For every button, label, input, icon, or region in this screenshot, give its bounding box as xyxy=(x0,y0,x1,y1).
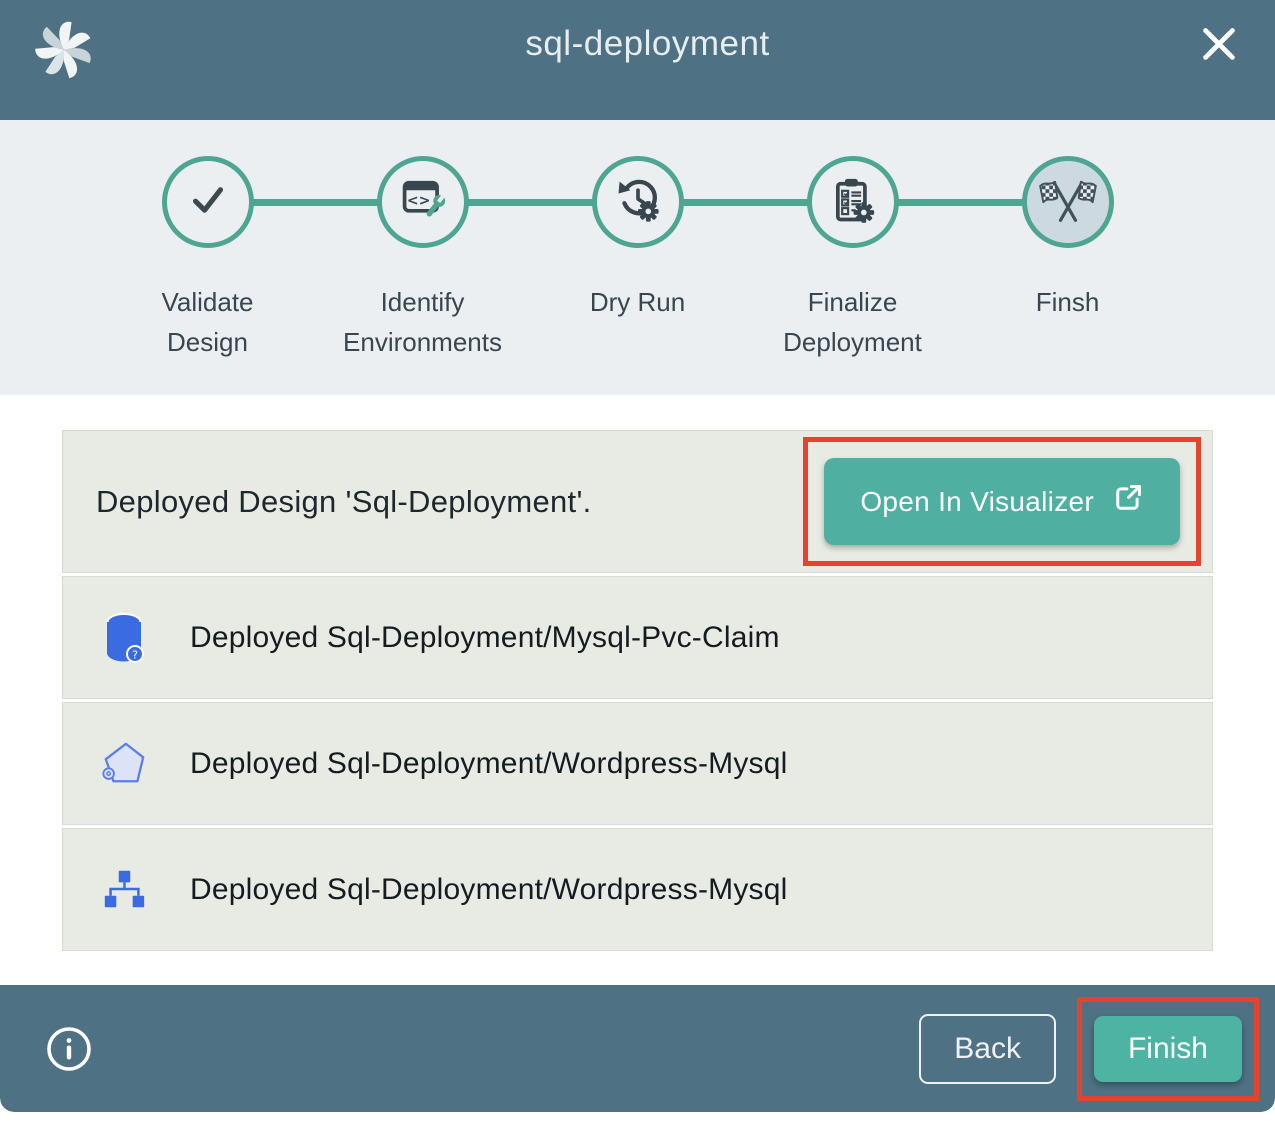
open-in-visualizer-button[interactable]: Open In Visualizer xyxy=(824,458,1180,545)
step-label: Finalize Deployment xyxy=(763,282,943,363)
summary-row: Deployed Design 'Sql-Deployment'. Open I… xyxy=(62,430,1213,573)
step-finish: Finsh xyxy=(960,120,1175,363)
external-link-icon xyxy=(1112,482,1144,521)
annotation-box-visualizer: Open In Visualizer xyxy=(803,437,1201,566)
svg-text:?: ? xyxy=(132,648,138,661)
racing-flags-icon xyxy=(1038,174,1098,231)
history-gear-icon xyxy=(612,174,664,231)
wizard-stepper: Validate Design <> xyxy=(0,120,1275,395)
step-finalize-deployment: Finalize Deployment xyxy=(745,120,960,363)
step-label: Dry Run xyxy=(548,282,728,322)
step-dry-run: Dry Run xyxy=(530,120,745,363)
clipboard-gear-icon xyxy=(827,174,879,231)
dialog-footer: Back Finish xyxy=(0,985,1275,1112)
info-icon[interactable] xyxy=(45,1025,93,1073)
deployment-results: Deployed Design 'Sql-Deployment'. Open I… xyxy=(0,395,1275,985)
step-validate-design: Validate Design xyxy=(100,120,315,363)
deployed-item-row: ? Deployed Sql-Deployment/Mysql-Pvc-Clai… xyxy=(62,576,1213,699)
meshery-logo-icon xyxy=(26,14,102,90)
step-label: Validate Design xyxy=(118,282,298,363)
database-icon: ? xyxy=(98,611,150,665)
step-circle-validate-design[interactable] xyxy=(162,156,254,248)
deployed-item-row: Deployed Sql-Deployment/Wordpress-Mysql xyxy=(62,702,1213,825)
finish-button[interactable]: Finish xyxy=(1094,1016,1242,1082)
deployed-item-row: Deployed Sql-Deployment/Wordpress-Mysql xyxy=(62,828,1213,951)
code-wrench-icon: <> xyxy=(397,174,449,231)
dialog-header: sql-deployment xyxy=(0,0,1275,120)
step-circle-identify-environments[interactable]: <> xyxy=(377,156,469,248)
step-circle-finish[interactable] xyxy=(1022,156,1114,248)
step-circle-finalize-deployment[interactable] xyxy=(807,156,899,248)
deployed-design-text: Deployed Design 'Sql-Deployment'. xyxy=(96,484,592,520)
check-icon xyxy=(183,175,233,230)
step-label: Finsh xyxy=(978,282,1158,322)
deployed-item-text: Deployed Sql-Deployment/Wordpress-Mysql xyxy=(190,747,787,781)
step-circle-dry-run[interactable] xyxy=(592,156,684,248)
pentagon-icon xyxy=(98,740,150,788)
step-identify-environments: <> Identify Environments xyxy=(315,120,530,363)
back-button[interactable]: Back xyxy=(919,1014,1056,1084)
svg-text:<>: <> xyxy=(406,192,430,208)
step-label: Identify Environments xyxy=(333,282,513,363)
annotation-box-finish: Finish xyxy=(1077,997,1259,1101)
deployed-item-text: Deployed Sql-Deployment/Mysql-Pvc-Claim xyxy=(190,621,780,655)
open-in-visualizer-label: Open In Visualizer xyxy=(860,486,1094,518)
hierarchy-icon xyxy=(98,866,150,914)
dialog-title: sql-deployment xyxy=(102,24,1193,64)
deployed-item-text: Deployed Sql-Deployment/Wordpress-Mysql xyxy=(190,873,787,907)
close-icon[interactable] xyxy=(1193,18,1245,70)
deployment-wizard-dialog: sql-deployment Validate Design xyxy=(0,0,1275,1112)
